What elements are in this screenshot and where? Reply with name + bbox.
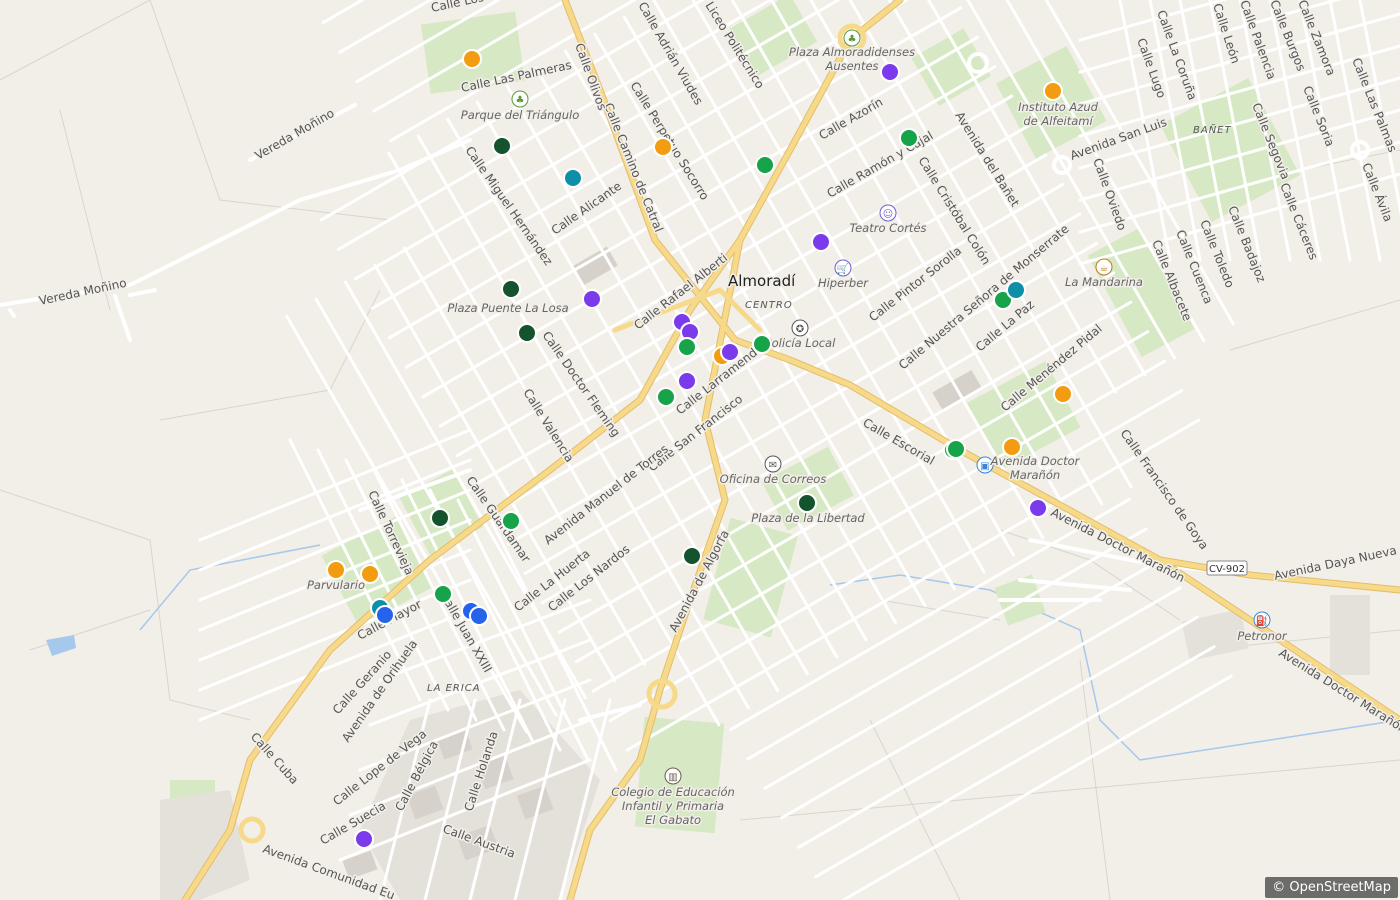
poi-label: Hiperber	[818, 276, 869, 290]
map-marker-purple[interactable]	[677, 371, 697, 391]
town-label: Almoradí	[728, 272, 796, 290]
fuel-icon-glyph: ⛽	[1256, 614, 1268, 627]
map-marker-orange[interactable]	[1043, 81, 1063, 101]
district-label-banet: BAÑET	[1193, 123, 1232, 136]
map-marker-darkgreen[interactable]	[682, 546, 702, 566]
map-marker-orange[interactable]	[462, 49, 482, 69]
police-icon-glyph: ✪	[796, 324, 804, 335]
map-marker-darkgreen[interactable]	[797, 493, 817, 513]
map-marker-green[interactable]	[899, 128, 919, 148]
map-marker-orange[interactable]	[653, 137, 673, 157]
route-shield-label: CV-902	[1209, 564, 1245, 575]
district-label-la-erica: LA ERICA	[427, 683, 481, 694]
map-marker-orange[interactable]	[360, 564, 380, 584]
cafe-icon-glyph: ☕	[1100, 263, 1109, 274]
poi-label: La Mandarina	[1065, 275, 1143, 289]
poi-11[interactable]: Parvulario	[305, 577, 366, 594]
map-marker-green[interactable]	[656, 387, 676, 407]
park-icon-glyph: ♣	[848, 34, 857, 45]
map-marker-darkgreen[interactable]	[501, 279, 521, 299]
map-marker-green[interactable]	[755, 155, 775, 175]
map-marker-green[interactable]	[752, 334, 772, 354]
map-marker-green[interactable]	[677, 337, 697, 357]
poi-label: Plaza Puente La Losa	[447, 301, 568, 315]
map-marker-purple[interactable]	[354, 829, 374, 849]
map-marker-purple[interactable]	[1028, 498, 1048, 518]
map-marker-darkgreen[interactable]	[517, 323, 537, 343]
poi-2[interactable]: Instituto Azud de Alfeitamí	[1017, 99, 1101, 130]
map-marker-blue[interactable]	[469, 606, 489, 626]
theatre-icon-glyph: ☺	[883, 209, 893, 220]
map-marker-orange[interactable]	[1002, 437, 1022, 457]
school-icon-glyph: ▥	[668, 772, 677, 783]
map-marker-darkgreen[interactable]	[492, 136, 512, 156]
map-marker-purple[interactable]	[880, 62, 900, 82]
poi-label: Plaza de la Libertad	[751, 511, 865, 525]
poi-label: Parque del Triángulo	[461, 108, 579, 122]
map-marker-green[interactable]	[501, 511, 521, 531]
shop-icon-glyph: 🛒	[837, 262, 849, 275]
map-marker-purple[interactable]	[582, 289, 602, 309]
poi-label: Parvulario	[307, 578, 365, 592]
poi-label: Petronor	[1237, 629, 1288, 643]
poi-label: Teatro Cortés	[849, 221, 926, 235]
poi-10[interactable]: Plaza de la Libertad	[750, 510, 867, 527]
map-marker-green[interactable]	[433, 584, 453, 604]
map-canvas[interactable]: CV-902 Calle LosCalle Las PalmerasVereda…	[0, 0, 1400, 900]
poi-6[interactable]: Plaza Puente La Losa	[446, 300, 570, 317]
map-marker-green[interactable]	[946, 439, 966, 459]
map-marker-orange[interactable]	[1053, 384, 1073, 404]
map-marker-purple[interactable]	[720, 342, 740, 362]
district-label-centro: CENTRO	[745, 300, 793, 311]
map-marker-purple[interactable]	[811, 232, 831, 252]
poi-label: Policía Local	[765, 336, 836, 350]
map-marker-orange[interactable]	[326, 560, 346, 580]
bus-stop-icon-glyph: ▣	[980, 461, 989, 472]
map-marker-blue[interactable]	[375, 605, 395, 625]
map-marker-teal[interactable]	[563, 168, 583, 188]
attribution[interactable]: © OpenStreetMap	[1265, 877, 1398, 898]
poi-label: Oficina de Correos	[720, 472, 827, 486]
post-office-icon-glyph: ✉	[769, 460, 777, 471]
route-shield: CV-902	[1206, 560, 1248, 576]
map-marker-teal[interactable]	[1006, 280, 1026, 300]
park-icon-glyph: ♣	[516, 95, 525, 106]
poi-label: Instituto Azud de Alfeitamí	[1018, 100, 1099, 128]
map-marker-darkgreen[interactable]	[430, 508, 450, 528]
